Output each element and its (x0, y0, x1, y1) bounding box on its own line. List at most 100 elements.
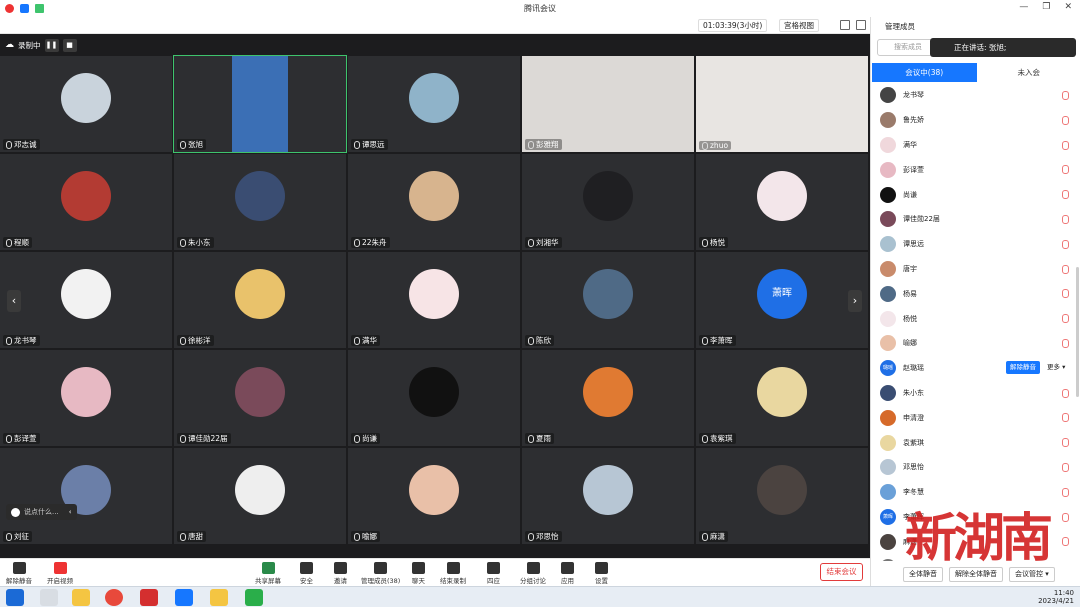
tab-not-joined[interactable]: 未入会 (977, 63, 1080, 82)
member-row[interactable]: 袁紫琪 (871, 430, 1080, 455)
muted-mic-icon[interactable] (1062, 91, 1069, 100)
member-row[interactable]: 邓思怡 (871, 455, 1080, 480)
collapse-icon[interactable]: ‹ (69, 508, 72, 516)
participant-tile[interactable]: 谭佳勋22届 (174, 350, 346, 446)
member-row[interactable]: 唐宇 (871, 257, 1080, 282)
manage-members-button[interactable]: 管理成员(38) (361, 562, 400, 585)
unmute-all-button[interactable]: 解除全体静音 (949, 567, 1003, 582)
participant-tile[interactable]: 满华 (348, 252, 520, 348)
participant-tile[interactable]: 袁紫琪 (696, 350, 868, 446)
member-row[interactable]: 杨易 (871, 281, 1080, 306)
sidebar-toggle-icon[interactable] (856, 20, 866, 30)
settings-button[interactable]: 设置 (595, 562, 608, 585)
member-row[interactable]: 麻潇 (871, 529, 1080, 554)
participant-tile[interactable]: 邓思怡 (522, 448, 694, 544)
apps-button[interactable]: 应用 (561, 562, 574, 585)
member-unmute-button[interactable]: 解除静音 (1006, 360, 1040, 374)
participant-tile[interactable]: 杨悦 (696, 154, 868, 250)
taskview-icon[interactable] (40, 589, 58, 606)
muted-mic-icon[interactable] (1062, 438, 1069, 448)
muted-mic-icon[interactable] (1062, 264, 1069, 274)
member-row[interactable]: 龙书琴 (871, 83, 1080, 108)
participant-tile[interactable]: 陈欣 (522, 252, 694, 348)
meeting-control-button[interactable]: 会议管控 ▾ (1009, 567, 1055, 582)
participant-tile[interactable]: 程顺 (0, 154, 172, 250)
participant-tile[interactable]: 唐甜 (174, 448, 346, 544)
start-icon[interactable] (6, 589, 24, 606)
member-row[interactable]: 鲁先娇 (871, 108, 1080, 133)
breakout-button[interactable]: 分组讨论 (520, 562, 546, 585)
participant-tile[interactable]: 彭译萱 (0, 350, 172, 446)
muted-mic-icon[interactable] (1062, 388, 1069, 398)
meeting-timer[interactable]: 01:03:39(3小时) (698, 19, 768, 32)
member-row[interactable]: 朱小东 (871, 381, 1080, 406)
share-screen-button[interactable]: 共享屏幕 (255, 562, 281, 585)
close-icon[interactable]: ✕ (1064, 2, 1072, 12)
muted-mic-icon[interactable] (1062, 239, 1069, 249)
participant-tile[interactable]: 龙书琴 (0, 252, 172, 348)
muted-mic-icon[interactable] (1062, 413, 1069, 423)
stop-recording-button[interactable]: ■ (62, 38, 77, 52)
member-search-input[interactable]: 搜索成员 (877, 39, 937, 56)
member-row[interactable]: 谭佳勋22届 (871, 207, 1080, 232)
participant-tile[interactable]: 喻娜 (348, 448, 520, 544)
minimize-icon[interactable]: — (1019, 2, 1028, 12)
member-row[interactable]: 杨悦 (871, 306, 1080, 331)
unmute-button[interactable]: 解除静音 (6, 562, 32, 585)
muted-mic-icon[interactable] (1062, 338, 1069, 348)
explorer-icon[interactable] (72, 589, 90, 606)
stop-icon[interactable] (5, 4, 14, 13)
muted-mic-icon[interactable] (1062, 190, 1069, 200)
muted-mic-icon[interactable] (1062, 314, 1069, 324)
member-row[interactable]: 萧晖 李萧晖 (871, 505, 1080, 530)
member-row[interactable]: 喻娜 (871, 331, 1080, 356)
participant-tile[interactable]: 谭思远 (348, 56, 520, 152)
muted-mic-icon[interactable] (1062, 140, 1069, 150)
fullscreen-icon[interactable] (840, 20, 850, 30)
participant-tile[interactable]: 夏雨 (522, 350, 694, 446)
member-row[interactable]: 璐瑶 赵璐瑶 解除静音 更多 ▾ (871, 356, 1080, 381)
pause-recording-button[interactable]: ❚❚ (44, 38, 59, 52)
muted-mic-icon[interactable] (1062, 512, 1069, 522)
participant-tile[interactable]: 萧晖 李萧晖 (696, 252, 868, 348)
folder-icon[interactable] (210, 589, 228, 606)
muted-mic-icon[interactable] (1062, 537, 1069, 547)
participant-tile[interactable]: 麻潇 (696, 448, 868, 544)
end-recording-button[interactable]: 结束录制 (440, 562, 466, 585)
view-mode-select[interactable]: 宫格视图 (779, 19, 819, 32)
prev-page-icon[interactable]: ‹ (7, 290, 21, 312)
wps-icon[interactable] (140, 589, 158, 606)
member-row[interactable]: 尚谦 (871, 182, 1080, 207)
member-row[interactable]: 彭译萱 (871, 157, 1080, 182)
participant-tile[interactable]: 张旭 (173, 55, 347, 153)
meeting-app-icon[interactable] (175, 589, 193, 606)
reactions-button[interactable]: 四应 (487, 562, 500, 585)
member-row[interactable]: 王 (871, 554, 1080, 561)
muted-mic-icon[interactable] (1062, 165, 1069, 175)
mute-all-button[interactable]: 全体静音 (903, 567, 943, 582)
participant-tile[interactable]: 22朱舟 (348, 154, 520, 250)
member-row[interactable]: 谭思远 (871, 232, 1080, 257)
participant-tile[interactable]: 刘湘华 (522, 154, 694, 250)
participant-tile[interactable]: 徐彬洋 (174, 252, 346, 348)
participant-tile[interactable]: 邓志诚 (0, 56, 172, 152)
member-more-button[interactable]: 更多 ▾ (1047, 361, 1065, 374)
participant-tile[interactable]: 彭雅翔 (522, 56, 694, 152)
shield-icon[interactable] (20, 4, 29, 13)
muted-mic-icon[interactable] (1062, 487, 1069, 497)
invite-button[interactable]: 邀请 (334, 562, 347, 585)
member-row[interactable]: 申清澄 (871, 405, 1080, 430)
video-button[interactable]: 开启视频 (47, 562, 73, 585)
security-button[interactable]: 安全 (300, 562, 313, 585)
end-meeting-button[interactable]: 结束会议 (820, 563, 863, 581)
member-row[interactable]: 满华 (871, 133, 1080, 158)
member-list-scrollbar[interactable] (1076, 267, 1079, 397)
signal-icon[interactable] (35, 4, 44, 13)
participant-tile[interactable]: 刘征 (0, 448, 172, 544)
participant-tile[interactable]: zhuo (696, 56, 868, 152)
browser-icon[interactable] (105, 589, 123, 606)
tab-in-meeting[interactable]: 会议中(38) (872, 63, 977, 82)
muted-mic-icon[interactable] (1062, 462, 1069, 472)
restore-icon[interactable]: ❐ (1042, 2, 1050, 12)
muted-mic-icon[interactable] (1062, 289, 1069, 299)
